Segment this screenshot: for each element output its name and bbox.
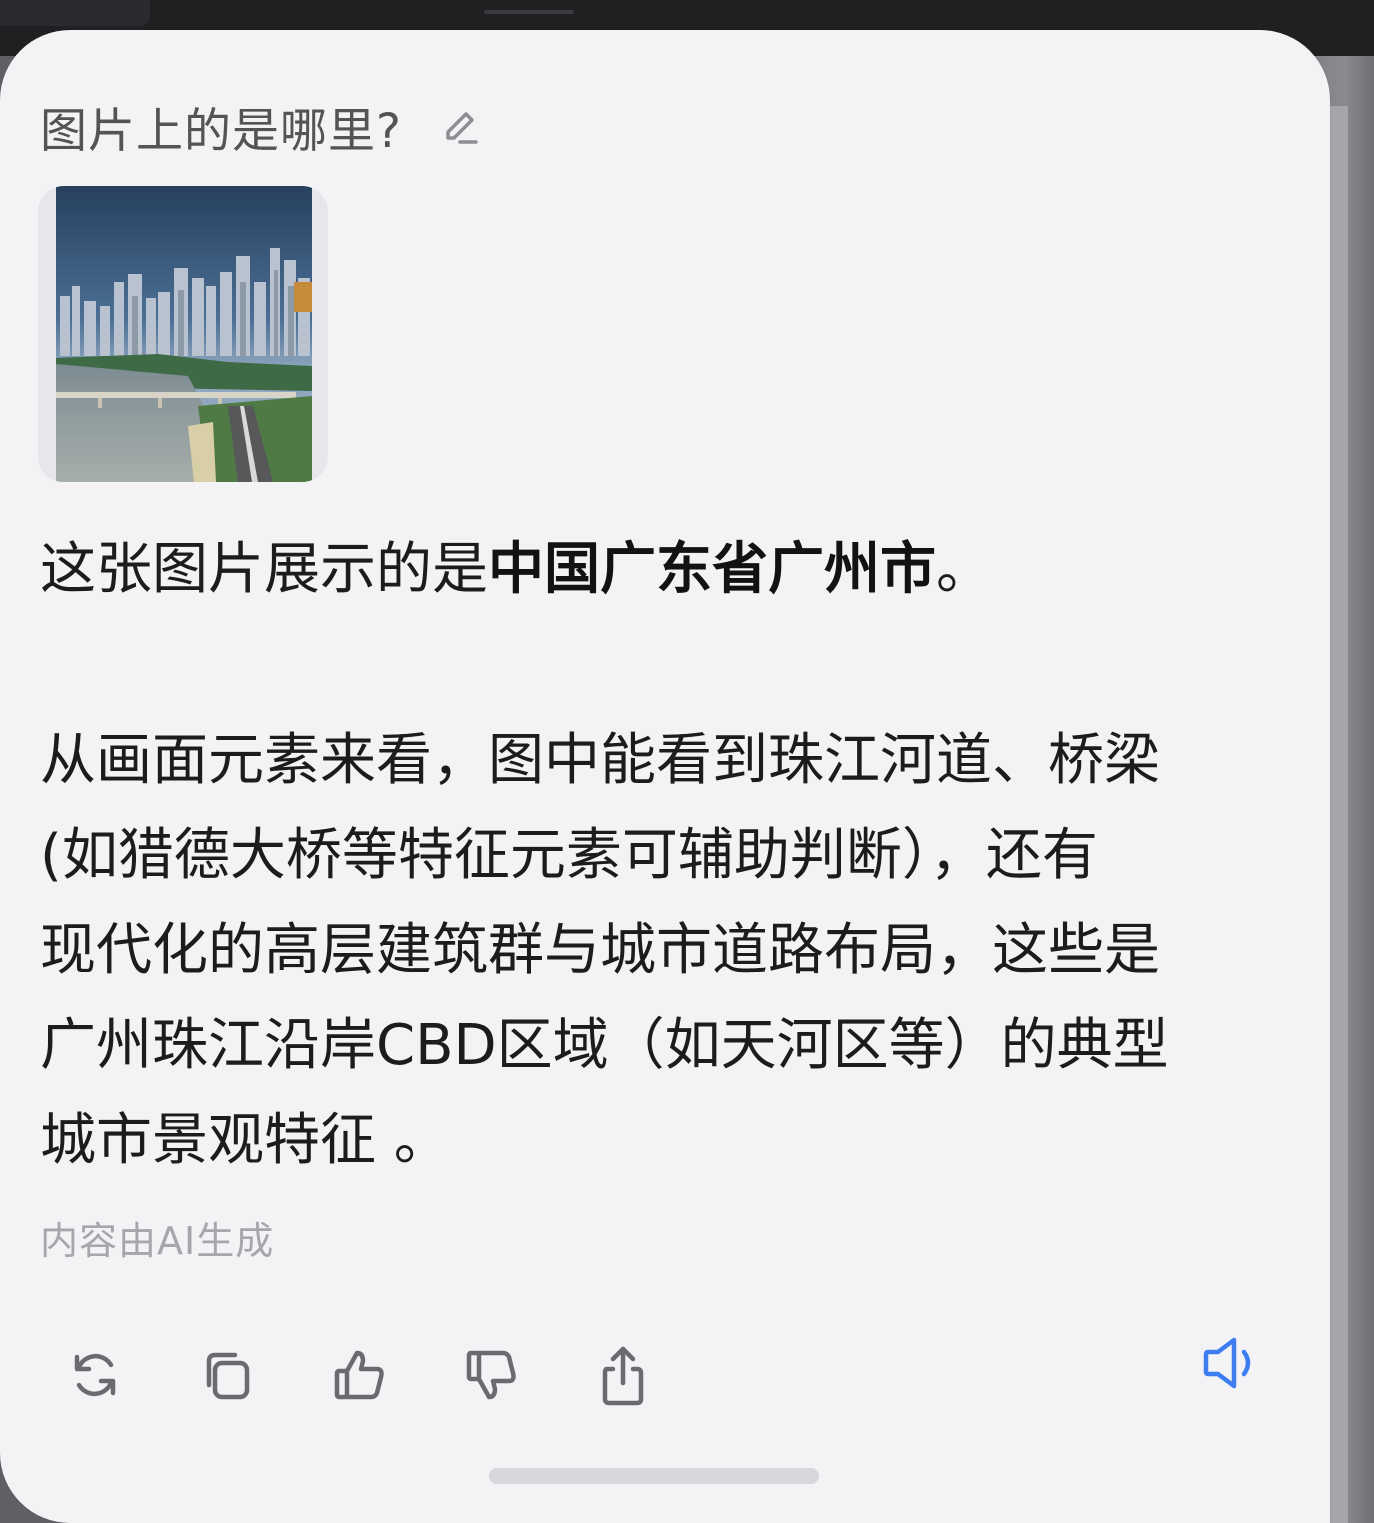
speak-button[interactable]	[1194, 1328, 1264, 1398]
user-question: 图片上的是哪里?	[40, 94, 482, 159]
answer-line-3: (如猎德大桥等特征元素可辅助判断），还有	[40, 823, 1098, 888]
refresh-icon	[74, 1353, 116, 1397]
answer-prefix: 这张图片展示的是	[40, 537, 488, 602]
like-button[interactable]	[324, 1340, 394, 1410]
ai-answer: 这张图片展示的是中国广东省广州市。 从画面元素来看，图中能看到珠江河道、桥梁 (…	[40, 522, 1270, 1188]
city-skyline-thumbnail	[38, 186, 328, 482]
copy-button[interactable]	[192, 1340, 262, 1410]
answer-location: 中国广东省广州市	[488, 537, 936, 602]
top-notch	[484, 10, 574, 14]
regenerate-button[interactable]	[60, 1340, 130, 1410]
thumbs-down-icon	[466, 1350, 516, 1400]
answer-line-5: 广州珠江沿岸CBD区域（如天河区等）的典型	[40, 1013, 1169, 1078]
share-icon	[602, 1346, 644, 1406]
top-tab	[0, 0, 150, 26]
thumbs-up-icon	[334, 1350, 384, 1400]
answer-line-1: 这张图片展示的是中国广东省广州市。	[40, 522, 1270, 617]
answer-line-6: 城市景观特征 。	[40, 1108, 450, 1173]
pencil-icon[interactable]	[442, 108, 482, 148]
action-bar	[0, 1337, 1300, 1420]
uploaded-image[interactable]	[38, 186, 328, 482]
dislike-button[interactable]	[456, 1340, 526, 1410]
speaker-icon	[1203, 1337, 1251, 1389]
answer-suffix: 。	[936, 537, 992, 602]
share-button[interactable]	[588, 1340, 658, 1410]
home-indicator[interactable]	[489, 1468, 819, 1484]
answer-line-2: 从画面元素来看，图中能看到珠江河道、桥梁	[40, 728, 1160, 793]
ai-disclaimer: 内容由AI生成	[40, 1219, 275, 1263]
answer-line-4: 现代化的高层建筑群与城市道路布局，这些是	[40, 918, 1160, 983]
question-text: 图片上的是哪里?	[40, 103, 402, 159]
copy-icon	[206, 1352, 250, 1400]
